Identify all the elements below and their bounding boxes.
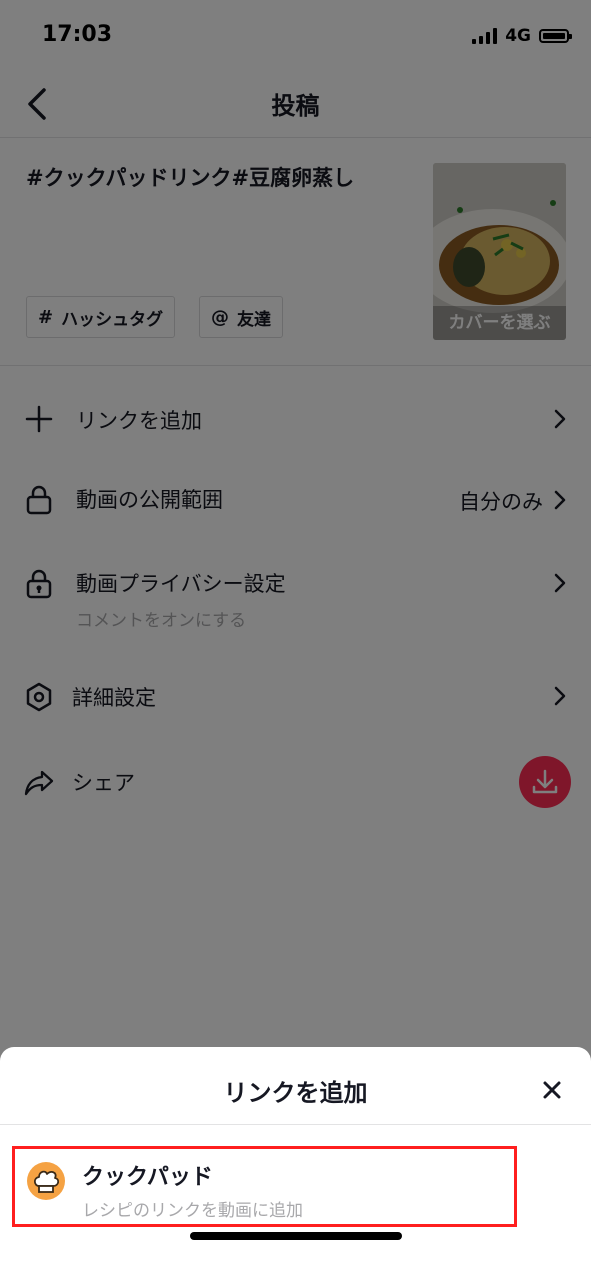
chef-hat-icon bbox=[27, 1162, 65, 1200]
close-icon[interactable] bbox=[541, 1079, 563, 1101]
home-indicator[interactable] bbox=[190, 1232, 402, 1240]
cookpad-link-option[interactable]: クックパッド レシピのリンクを動画に追加 bbox=[12, 1146, 517, 1227]
option-subtitle: レシピのリンクを動画に追加 bbox=[82, 1201, 303, 1221]
add-link-sheet: リンクを追加 クックパッド レシピのリンクを動画に追加 bbox=[0, 1047, 591, 1280]
option-title: クックパッド bbox=[82, 1165, 213, 1190]
sheet-title: リンクを追加 bbox=[223, 1079, 368, 1107]
sheet-divider bbox=[0, 1124, 591, 1125]
